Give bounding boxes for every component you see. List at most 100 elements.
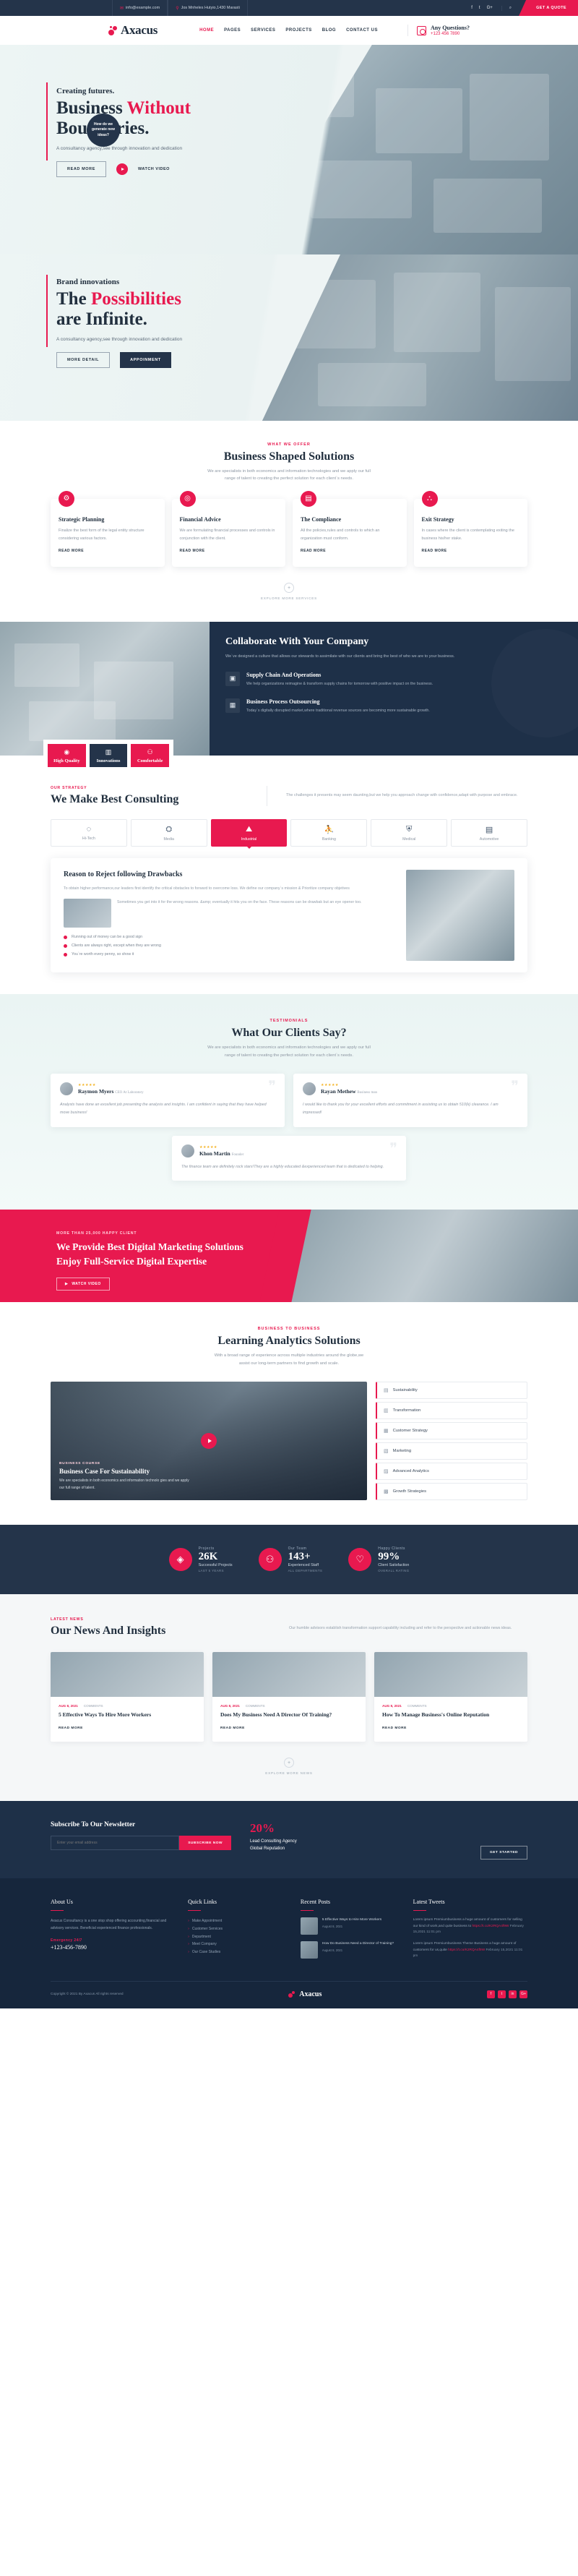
twitter-icon[interactable]: t (498, 1990, 506, 1998)
nav-item-projects[interactable]: PROJECTS (285, 28, 311, 33)
footer-post[interactable]: How Do Business Need a Director of Train… (300, 1941, 400, 1959)
service-card[interactable]: ◎ Financial Advice We are formulating fi… (171, 490, 285, 568)
news-read-more[interactable]: READ MORE (382, 1726, 407, 1730)
collaborate-feature: ▣ Supply Chain And Operations We help or… (225, 671, 558, 688)
news-description: Our humble advisors establish transforma… (289, 1626, 512, 1631)
nav-item-home[interactable]: HOME (199, 28, 214, 33)
nav-contact-block[interactable]: Any Questions? +123 456 7890 (407, 25, 470, 36)
nav-phone-number[interactable]: +123 456 7890 (431, 32, 470, 36)
footer-logo[interactable]: Axacus (288, 1990, 322, 1998)
news-section: LATEST NEWS Our News And Insights Our hu… (0, 1594, 578, 1802)
tweet-link[interactable]: https://t.co/K2RQA4f9W (473, 1925, 509, 1928)
news-read-more[interactable]: READ MORE (220, 1726, 245, 1730)
nav-item-contact-us[interactable]: CONTACT US (346, 28, 378, 33)
footer-link-item[interactable]: Make Appointment (188, 1917, 288, 1925)
googleplus-icon[interactable]: G+ (487, 6, 493, 10)
service-card[interactable]: ▤ The Compliance All the policies,rules … (293, 490, 407, 568)
site-logo[interactable]: Axacus (108, 23, 158, 38)
tab-industrial[interactable]: ⛰ Industrial (210, 819, 288, 850)
growth-icon: ▩ (384, 1489, 389, 1495)
hero-more-detail-button[interactable]: MORE DETAIL (56, 352, 111, 368)
learning-video[interactable]: BUSINESS COURSE Business Case For Sustai… (51, 1382, 367, 1501)
badge-comfortable[interactable]: ⚇ Comfortable (131, 744, 170, 768)
rating-stars: ★★★★★ (78, 1082, 96, 1087)
stat-clients: ♡ Happy Clients 99% Client Satisfaction … (348, 1546, 409, 1572)
footer-link-item[interactable]: Meet Company (188, 1940, 288, 1948)
hero-title-highlight: Without (126, 98, 191, 118)
linkedin-icon[interactable]: in (509, 1990, 517, 1998)
accordion-item-transformation[interactable]: ▥ Transformation (376, 1402, 527, 1420)
logo-text: Axacus (121, 23, 158, 37)
footer-post[interactable]: 5 Effective Ways to Hire More Workers Au… (300, 1917, 400, 1935)
accordion-item-customer-strategy[interactable]: ▦ Customer Strategy (376, 1422, 527, 1440)
service-read-more[interactable]: READ MORE (422, 549, 447, 553)
play-icon[interactable] (116, 163, 129, 175)
hero-appointment-button[interactable]: APPOINMENT (120, 352, 171, 368)
news-read-more[interactable]: READ MORE (59, 1726, 83, 1730)
twitter-icon[interactable]: t (479, 6, 480, 10)
cta-banner: MORE THAN 25,000 HAPPY CLIENT We Provide… (0, 1210, 578, 1303)
footer-emergency-label: Emergency 24/7 (51, 1938, 82, 1943)
tweet-link[interactable]: https://t.co/K2RQA4f9W (448, 1948, 485, 1952)
footer-phone[interactable]: +123-456-7890 (51, 1944, 175, 1951)
service-read-more[interactable]: READ MORE (180, 549, 205, 553)
get-a-quote-button[interactable]: GET A QUOTE (519, 0, 578, 16)
service-card[interactable]: ⚙ Strategic Planning Finalize the best f… (51, 490, 165, 568)
list-item-text: Running out of money can be a good sign (72, 935, 143, 940)
tab-hi-tech[interactable]: ◌ Hi-Tech (51, 819, 127, 847)
topbar-email-text: info@example.com (126, 6, 160, 10)
topbar-address[interactable]: ⚲ Jos Mnheles Hutyio,1430 Marasti (168, 0, 248, 16)
service-read-more[interactable]: READ MORE (301, 549, 326, 553)
nav-item-blog[interactable]: BLOG (322, 28, 336, 33)
explore-more-news[interactable]: + EXPLORE MORE NEWS (51, 1758, 527, 1775)
tab-automotive[interactable]: ▤ Automotive (451, 819, 527, 847)
learning-subtitle: With a broad range of experience across … (51, 1352, 527, 1367)
explore-more-services[interactable]: + EXPLORE MORE SERVICES (51, 583, 527, 600)
nav-item-services[interactable]: SERVICES (251, 28, 275, 33)
footer-brand-text: Axacus (299, 1990, 322, 1998)
badge-innovations[interactable]: ▥ Innovations (89, 744, 128, 768)
accordion-item-sustainability[interactable]: ▤ Sustainability (376, 1382, 527, 1400)
accordion-item-marketing[interactable]: ▧ Marketing (376, 1442, 527, 1460)
search-icon[interactable]: ⌕ (501, 5, 519, 11)
testimonial-card: ❞ ★★★★★ Rayan Methew Business man I woul… (293, 1073, 527, 1127)
news-card[interactable]: AUG 8, 2021 COMMENTS 5 Effective Ways To … (51, 1652, 204, 1742)
hero-watch-video-label[interactable]: WATCH VIDEO (138, 167, 170, 171)
subscribe-button[interactable]: SUBSCRIBE NOW (179, 1836, 231, 1851)
footer-link-item[interactable]: Department (188, 1933, 288, 1941)
facebook-icon[interactable]: f (487, 1990, 495, 1998)
accordion-item-advanced-analytics[interactable]: ▨ Advanced Analytics (376, 1463, 527, 1481)
panel-mid-text: Sometimes you get into it for the wrong … (117, 900, 362, 905)
service-read-more[interactable]: READ MORE (59, 549, 84, 553)
learning-sub-line2: assist our long-term partners to find gr… (238, 1361, 340, 1366)
tab-medical[interactable]: ⛨ Medical (371, 819, 448, 847)
quote-icon: ❞ (268, 1078, 276, 1095)
service-card-text: We are formulating financial processes a… (179, 528, 275, 541)
clients-icon: ♡ (348, 1548, 372, 1572)
topbar-social-links: f t G+ (462, 6, 501, 10)
badge-high-quality[interactable]: ◉ High Quality (48, 744, 86, 768)
tab-banking[interactable]: ⛹ Banking (290, 819, 368, 847)
get-started-button[interactable]: GET STARTED (480, 1846, 527, 1860)
footer-link-item[interactable]: Our Case Studies (188, 1948, 288, 1956)
tab-media[interactable]: ⛭ Media (130, 819, 207, 847)
video-text: We are specialists in both economics and… (59, 1479, 189, 1490)
accordion-item-growth-strategies[interactable]: ▩ Growth Strategies (376, 1483, 527, 1501)
panel-description: To obtain higher performance,our leaders… (64, 886, 350, 891)
facebook-icon[interactable]: f (471, 6, 473, 10)
cta-watch-video-button[interactable]: ▶ WATCH VIDEO (56, 1277, 110, 1291)
newsletter-email-input[interactable] (51, 1836, 180, 1851)
outsourcing-icon: ▦ (225, 698, 240, 713)
stat-number: 143+ (288, 1551, 311, 1563)
panel-title: Reason to Reject following Drawbacks (64, 870, 183, 879)
topbar-email[interactable]: ✉ info@example.com (112, 0, 168, 16)
tab-label: Media (163, 836, 174, 842)
hero-read-more-button[interactable]: READ MORE (56, 161, 107, 177)
news-card[interactable]: AUG 8, 2021 COMMENTS How To Manage Busine… (374, 1652, 527, 1742)
nav-item-pages[interactable]: PAGES (224, 28, 241, 33)
googleplus-icon[interactable]: G+ (519, 1990, 527, 1998)
footer-link-item[interactable]: Customer Services (188, 1925, 288, 1933)
news-card[interactable]: AUG 8, 2021 COMMENTS Does My Business Nee… (212, 1652, 366, 1742)
service-card[interactable]: ⛬ Exit Strategy In cases where the clien… (413, 490, 527, 568)
logo-mark-icon (108, 25, 120, 36)
